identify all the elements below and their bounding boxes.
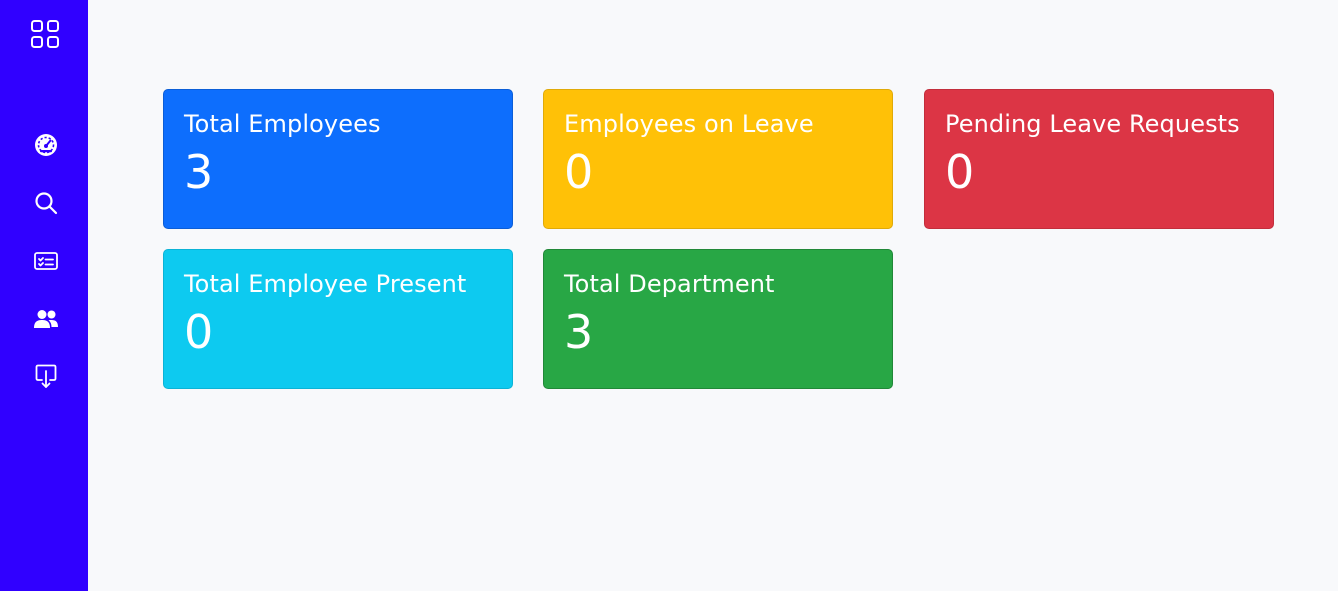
card-value: 0: [945, 145, 975, 199]
card-title: Total Employees: [184, 110, 381, 138]
card-title: Pending Leave Requests: [945, 110, 1240, 138]
download-icon[interactable]: [32, 363, 60, 391]
speedometer-icon[interactable]: [32, 131, 60, 159]
total-department-card[interactable]: Total Department 3: [543, 249, 893, 389]
total-employees-card[interactable]: Total Employees 3: [163, 89, 513, 229]
id-card-icon[interactable]: [32, 247, 60, 275]
search-icon[interactable]: [32, 189, 60, 217]
card-title: Total Employee Present: [184, 270, 467, 298]
total-employee-present-card[interactable]: Total Employee Present 0: [163, 249, 513, 389]
card-title: Employees on Leave: [564, 110, 814, 138]
card-title: Total Department: [564, 270, 775, 298]
sidebar: [0, 0, 88, 591]
people-icon[interactable]: [32, 305, 60, 333]
card-value: 3: [564, 305, 594, 359]
card-value: 3: [184, 145, 214, 199]
grid-apps-icon[interactable]: [30, 19, 60, 49]
card-value: 0: [564, 145, 594, 199]
employees-on-leave-card[interactable]: Employees on Leave 0: [543, 89, 893, 229]
card-value: 0: [184, 305, 214, 359]
pending-leave-requests-card[interactable]: Pending Leave Requests 0: [924, 89, 1274, 229]
